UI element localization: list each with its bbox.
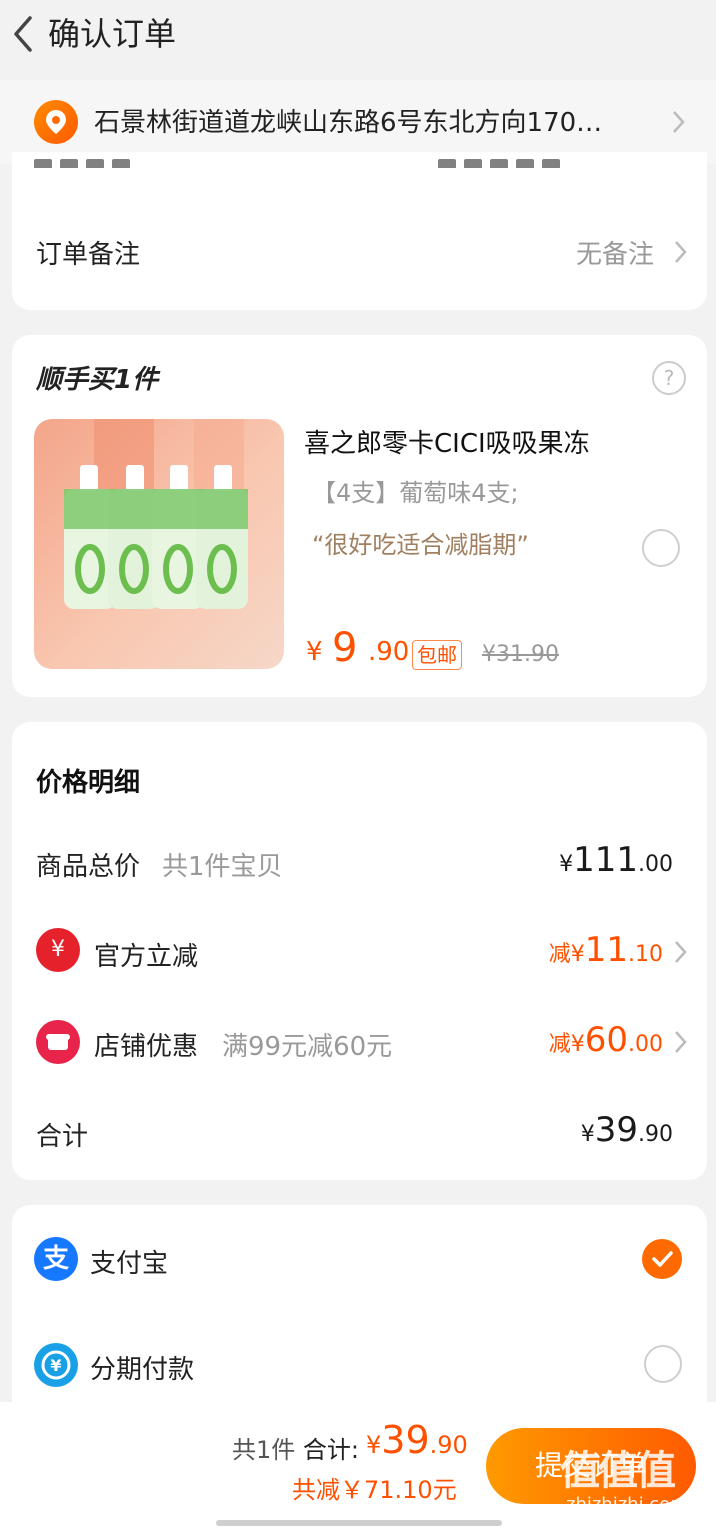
help-icon[interactable]: ? — [652, 361, 686, 395]
store-discount-rule: 满99元减60元 — [222, 1032, 393, 1062]
goods-total-count: 共1件宝贝 — [162, 852, 283, 882]
payment-option-label[interactable]: 支付宝 — [90, 1243, 168, 1280]
original-price: ¥31.90 — [482, 642, 559, 667]
installment-icon: ¥ — [34, 1343, 78, 1387]
currency: ¥ — [570, 1032, 585, 1057]
amount-integer: 111 — [573, 840, 638, 880]
goods-total-amount: ¥111.00 — [559, 840, 673, 880]
official-discount-amount[interactable]: 减¥11.10 — [549, 930, 663, 970]
checkout-bar: 共1件 合计: ¥39.90 共减￥71.10元 提交订单 值值值 zhizhi… — [0, 1402, 716, 1528]
location-pin-icon — [34, 100, 78, 144]
scrolled-row-remnant — [34, 154, 674, 168]
free-shipping-tag: 包邮 — [412, 640, 462, 670]
alipay-icon: 支 — [34, 1237, 78, 1281]
total-amount: ¥39.90 — [581, 1110, 673, 1150]
page-title: 确认订单 — [48, 15, 177, 53]
amount-decimal: .10 — [628, 942, 663, 967]
amount-integer: 39 — [594, 1110, 638, 1150]
price-detail-card: 价格明细 商品总价 共1件宝贝 ¥111.00 ¥ 官方立减 减¥11.10 店… — [12, 722, 707, 1180]
currency: ¥ — [559, 852, 574, 877]
delivery-address[interactable]: 石景林街道道龙峡山东路6号东北方向170… — [94, 104, 654, 142]
store-discount-chevron-icon — [672, 1028, 688, 1060]
watermark-url: zhizhizhi.com — [566, 1494, 688, 1515]
total-saved: 共减￥71.10元 — [292, 1476, 457, 1504]
amount-decimal: .90 — [429, 1431, 468, 1459]
order-note-chevron-icon — [672, 238, 688, 270]
shop-icon — [36, 1020, 80, 1064]
checkout-total: ¥39.90 — [366, 1418, 468, 1462]
goods-total-label: 商品总价 — [36, 852, 141, 882]
product-name[interactable]: 喜之郎零卡CICI吸吸果冻 — [304, 423, 590, 460]
address-chevron-icon — [670, 108, 686, 140]
amount-integer: 39 — [381, 1418, 430, 1462]
addon-product-card: 顺手买1件 ? 喜之郎零卡CICI吸吸果冻 【4支】葡萄味4支; “很好吃适合减… — [12, 335, 707, 697]
selected-check-icon[interactable] — [642, 1239, 682, 1279]
product-review-quote: “很好吃适合减脂期” — [312, 531, 529, 559]
svg-text:¥: ¥ — [50, 1356, 61, 1375]
currency: ¥ — [580, 1122, 595, 1147]
amount-decimal: .00 — [628, 1032, 663, 1057]
total-label: 合计: — [302, 1436, 360, 1464]
order-note-label: 订单备注 — [36, 240, 141, 270]
currency: ¥ — [366, 1431, 382, 1459]
amount-decimal: .90 — [638, 1122, 673, 1147]
back-arrow-icon[interactable] — [6, 12, 46, 56]
order-note-value[interactable]: 无备注 — [576, 234, 654, 271]
count-text: 共1件 — [232, 1436, 296, 1464]
product-sku: 【4支】葡萄味4支; — [312, 479, 519, 507]
price-decimal: .90 — [368, 637, 410, 667]
price-integer: 9 — [332, 625, 358, 671]
home-indicator — [216, 1520, 502, 1526]
amount-decimal: .00 — [638, 852, 673, 877]
price-detail-title: 价格明细 — [36, 768, 141, 798]
official-discount-chevron-icon — [672, 938, 688, 970]
amount-integer: 11 — [584, 930, 628, 970]
total-label: 合计 — [36, 1122, 89, 1152]
addon-select-radio[interactable] — [642, 529, 680, 567]
item-count: 共1件 合计: — [232, 1430, 359, 1465]
order-note-card: 订单备注 无备注 — [12, 152, 707, 310]
product-image[interactable] — [34, 419, 284, 669]
official-discount-label: 官方立减 — [94, 942, 199, 972]
payment-option-label[interactable]: 分期付款 — [90, 1349, 194, 1386]
price-currency: ¥ — [306, 637, 323, 667]
installment-radio[interactable] — [644, 1345, 682, 1383]
currency: ¥ — [570, 942, 585, 967]
store-discount-label: 店铺优惠 — [94, 1032, 199, 1062]
watermark-logo: 值值值 — [560, 1448, 676, 1494]
yen-icon: ¥ — [36, 928, 80, 972]
amount-integer: 60 — [584, 1020, 628, 1060]
discount-prefix: 减 — [548, 1032, 571, 1057]
top-bar: 确认订单 — [0, 0, 716, 80]
addon-section-title: 顺手买1件 — [36, 365, 159, 395]
discount-prefix: 减 — [548, 942, 571, 967]
store-discount-amount[interactable]: 减¥60.00 — [549, 1020, 663, 1060]
